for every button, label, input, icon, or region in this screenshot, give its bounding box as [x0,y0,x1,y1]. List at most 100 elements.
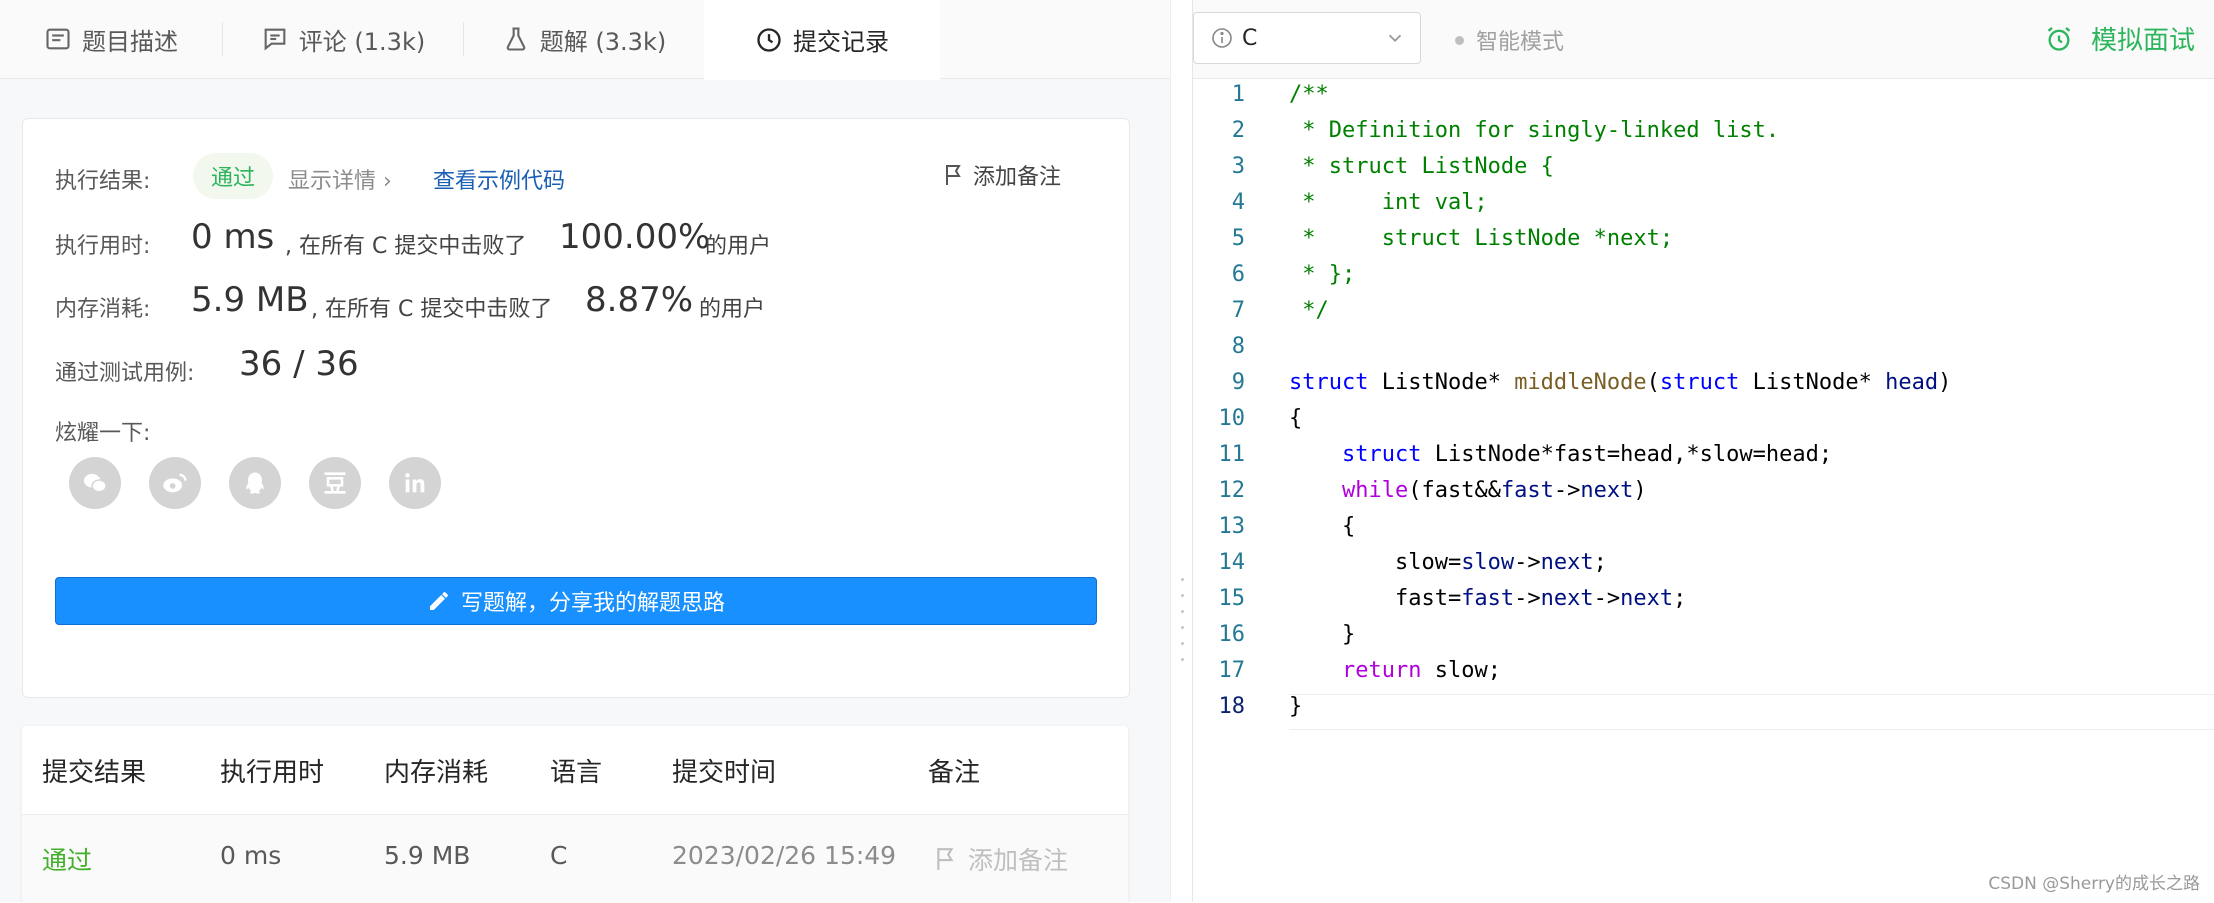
row-memory: 5.9 MB [384,841,471,870]
tab-bar: 题目描述 评论 (1.3k) 题解 (3.3k) 提交记录 [0,0,1170,80]
share-douban-button[interactable] [309,457,361,509]
view-sample-code-link[interactable]: 查看示例代码 [433,163,565,195]
runtime-value: 0 ms [191,217,275,257]
grip-dot [1181,626,1184,629]
code-line: } [1289,622,1356,647]
line-number: 1 [1231,82,1245,107]
tab-comments[interactable]: 评论 (1.3k) [223,0,463,78]
tab-description[interactable]: 题目描述 [0,0,222,78]
grip-dot [1181,610,1184,613]
code-line: * }; [1289,262,1356,287]
line-number: 9 [1231,370,1245,395]
memory-label: 内存消耗: [55,297,151,322]
flag-icon [943,163,965,187]
tab-label: 题解 (3.3k) [539,27,667,56]
chevron-down-icon [1384,27,1406,49]
share-linkedin-button[interactable] [389,457,441,509]
line-number: 17 [1218,658,1246,683]
info-icon [1210,26,1234,50]
code-line: * Definition for singly-linked list. [1289,118,1780,143]
code-line: while(fast&&fast->next) [1341,478,1647,503]
line-number-gutter: 1 2 3 4 5 6 7 8 9 10 11 12 13 14 15 16 1… [1193,78,1257,902]
line-number: 16 [1218,622,1246,647]
share-qq-button[interactable] [229,457,281,509]
pane-resize-handle[interactable] [1170,0,1193,902]
current-line-highlight [1289,694,2214,730]
tab-submissions[interactable]: 提交记录 [704,0,940,80]
description-icon [44,25,72,53]
header-time: 提交时间 [672,758,777,788]
runtime-text: , 在所有 C 提交中击败了 [285,234,527,259]
show-details-link[interactable]: 显示详情 › [288,163,392,195]
tab-solutions[interactable]: 题解 (3.3k) [464,0,704,78]
status-label: 执行结果: [55,169,151,194]
language-value: C [1242,25,1258,51]
line-number: 7 [1231,298,1245,323]
smart-mode-label: 智能模式 [1476,30,1565,55]
row-note-label: 添加备注 [968,846,1069,875]
code-line: * struct ListNode *next; [1289,226,1674,251]
code-line: * struct ListNode { [1289,154,1554,179]
row-runtime: 0 ms [220,841,282,870]
flask-icon [502,25,530,53]
add-note-label: 添加备注 [973,165,1062,190]
share-weibo-button[interactable] [149,457,201,509]
line-number: 10 [1218,406,1246,431]
flag-icon [934,845,958,873]
add-note-button[interactable]: 添加备注 [943,159,1061,191]
code-line: * int val; [1289,190,1488,215]
submission-result-card: 执行结果: 通过 显示详情 › 查看示例代码 添加备注 执行用时: 0 ms ,… [22,118,1130,698]
wechat-icon [81,469,109,497]
language-select[interactable]: C [1193,12,1421,64]
mock-interview-button[interactable]: 模拟面试 [2045,20,2195,57]
line-number-current: 18 [1218,694,1246,719]
write-solution-button[interactable]: 写题解，分享我的解题思路 [55,577,1097,625]
tab-label: 题目描述 [82,27,178,56]
alarm-clock-icon [2045,25,2073,53]
line-number: 5 [1231,226,1245,251]
code-line: */ [1289,298,1329,323]
code-area[interactable]: /** * Definition for singly-linked list.… [1289,78,2214,902]
watermark-text: CSDN @Sherry的成长之路 [1988,874,2200,894]
share-wechat-button[interactable] [69,457,121,509]
line-number: 6 [1231,262,1245,287]
header-note: 备注 [928,758,981,788]
code-line: /** [1289,82,1329,107]
grip-dot [1181,658,1184,661]
row-result-link[interactable]: 通过 [42,841,92,877]
row-time: 2023/02/26 15:49 [672,841,897,870]
code-line: { [1289,514,1356,539]
share-label: 炫耀一下: [55,421,151,446]
line-number: 15 [1218,586,1246,611]
tab-label: 提交记录 [793,28,889,56]
line-number: 2 [1231,118,1245,143]
line-number: 14 [1218,550,1246,575]
mock-interview-label: 模拟面试 [2091,26,2196,56]
code-line: slow=slow->next; [1289,550,1607,575]
clock-icon [755,26,783,54]
douban-icon [321,469,349,497]
status-dot [1455,35,1464,45]
runtime-suffix: 的用户 [705,234,772,259]
code-editor-panel: C 智能模式 模拟面试 1 2 3 4 5 6 7 8 9 10 11 12 1… [1192,0,2214,902]
tests-label: 通过测试用例: [55,361,195,386]
linkedin-icon [401,469,429,497]
header-language: 语言 [550,758,603,788]
grip-dot [1181,594,1184,597]
code-line: struct ListNode*fast=head,*slow=head; [1341,442,1833,467]
memory-suffix: 的用户 [699,297,766,322]
code-line: struct ListNode* middleNode(struct ListN… [1289,370,1952,395]
grip-dot [1181,578,1184,581]
row-language: C [550,841,568,870]
write-solution-label: 写题解，分享我的解题思路 [460,591,725,616]
row-add-note-button[interactable]: 添加备注 [934,841,1068,877]
editor-toolbar: C 智能模式 模拟面试 [1193,0,2214,79]
tab-label: 评论 (1.3k) [298,27,426,56]
line-number: 12 [1218,478,1246,503]
line-number: 8 [1231,334,1245,359]
smart-mode-toggle[interactable]: 智能模式 [1455,24,1564,56]
weibo-icon [161,469,189,497]
memory-value: 5.9 MB [191,280,309,320]
table-row[interactable]: 通过 0 ms 5.9 MB C 2023/02/26 15:49 添加备注 [22,814,1128,903]
comment-icon [261,25,289,53]
